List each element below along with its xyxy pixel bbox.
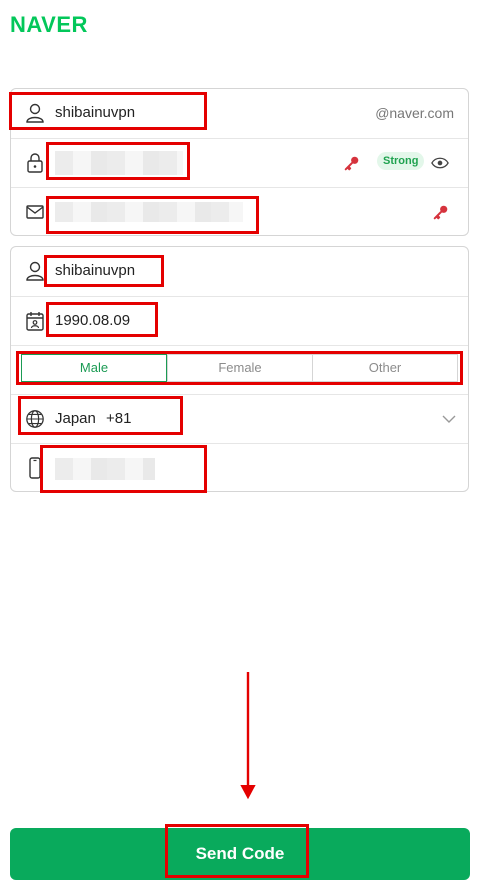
password-strength-badge: Strong <box>377 152 425 170</box>
person-icon <box>26 261 44 281</box>
highlight-username <box>9 92 207 130</box>
highlight-email <box>46 196 259 234</box>
eye-icon[interactable] <box>431 156 449 170</box>
domain-suffix: @naver.com <box>375 105 454 121</box>
highlight-phone <box>40 445 207 493</box>
lock-icon <box>27 153 43 173</box>
key-icon <box>433 205 448 220</box>
highlight-country <box>18 396 183 435</box>
envelope-icon <box>26 205 44 219</box>
key-icon <box>344 156 359 171</box>
highlight-send-code <box>165 824 309 878</box>
highlight-gender <box>16 351 463 385</box>
arrow-down-icon <box>240 672 256 800</box>
highlight-password <box>46 142 190 180</box>
naver-logo: NAVER <box>10 12 88 37</box>
highlight-birthdate <box>46 302 158 337</box>
chevron-down-icon[interactable] <box>442 415 456 423</box>
highlight-name <box>44 255 164 287</box>
calendar-icon <box>26 312 44 331</box>
